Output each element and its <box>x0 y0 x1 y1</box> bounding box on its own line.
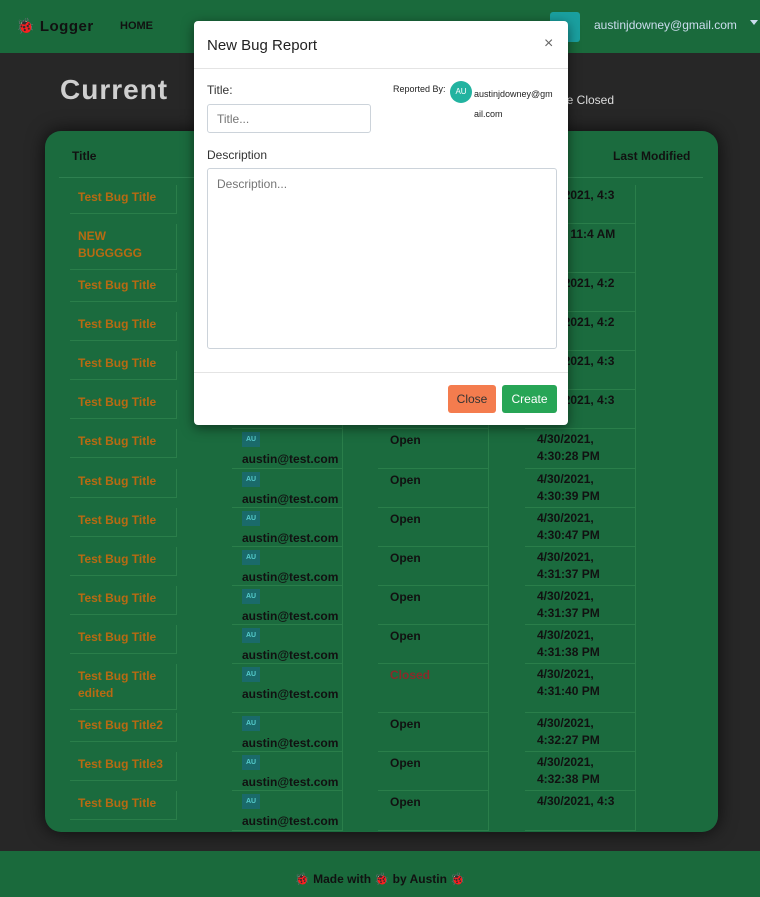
reporter-email: austinjdowney@gmail.com <box>474 89 553 119</box>
title-input[interactable] <box>207 104 371 133</box>
create-button[interactable]: Create <box>502 385 557 413</box>
close-icon[interactable]: × <box>544 35 553 53</box>
modal-footer-divider <box>194 372 568 373</box>
description-label: Description <box>207 148 268 162</box>
new-bug-modal: New Bug Report × Title: Reported By: AU … <box>194 21 568 425</box>
title-label: Title: <box>207 83 233 97</box>
modal-title: New Bug Report <box>207 37 318 54</box>
reporter-avatar: AU <box>450 81 472 103</box>
description-input[interactable] <box>207 168 557 349</box>
reported-by-label: Reported By: <box>393 84 446 94</box>
modal-header-divider <box>194 68 568 69</box>
close-button[interactable]: Close <box>448 385 496 413</box>
